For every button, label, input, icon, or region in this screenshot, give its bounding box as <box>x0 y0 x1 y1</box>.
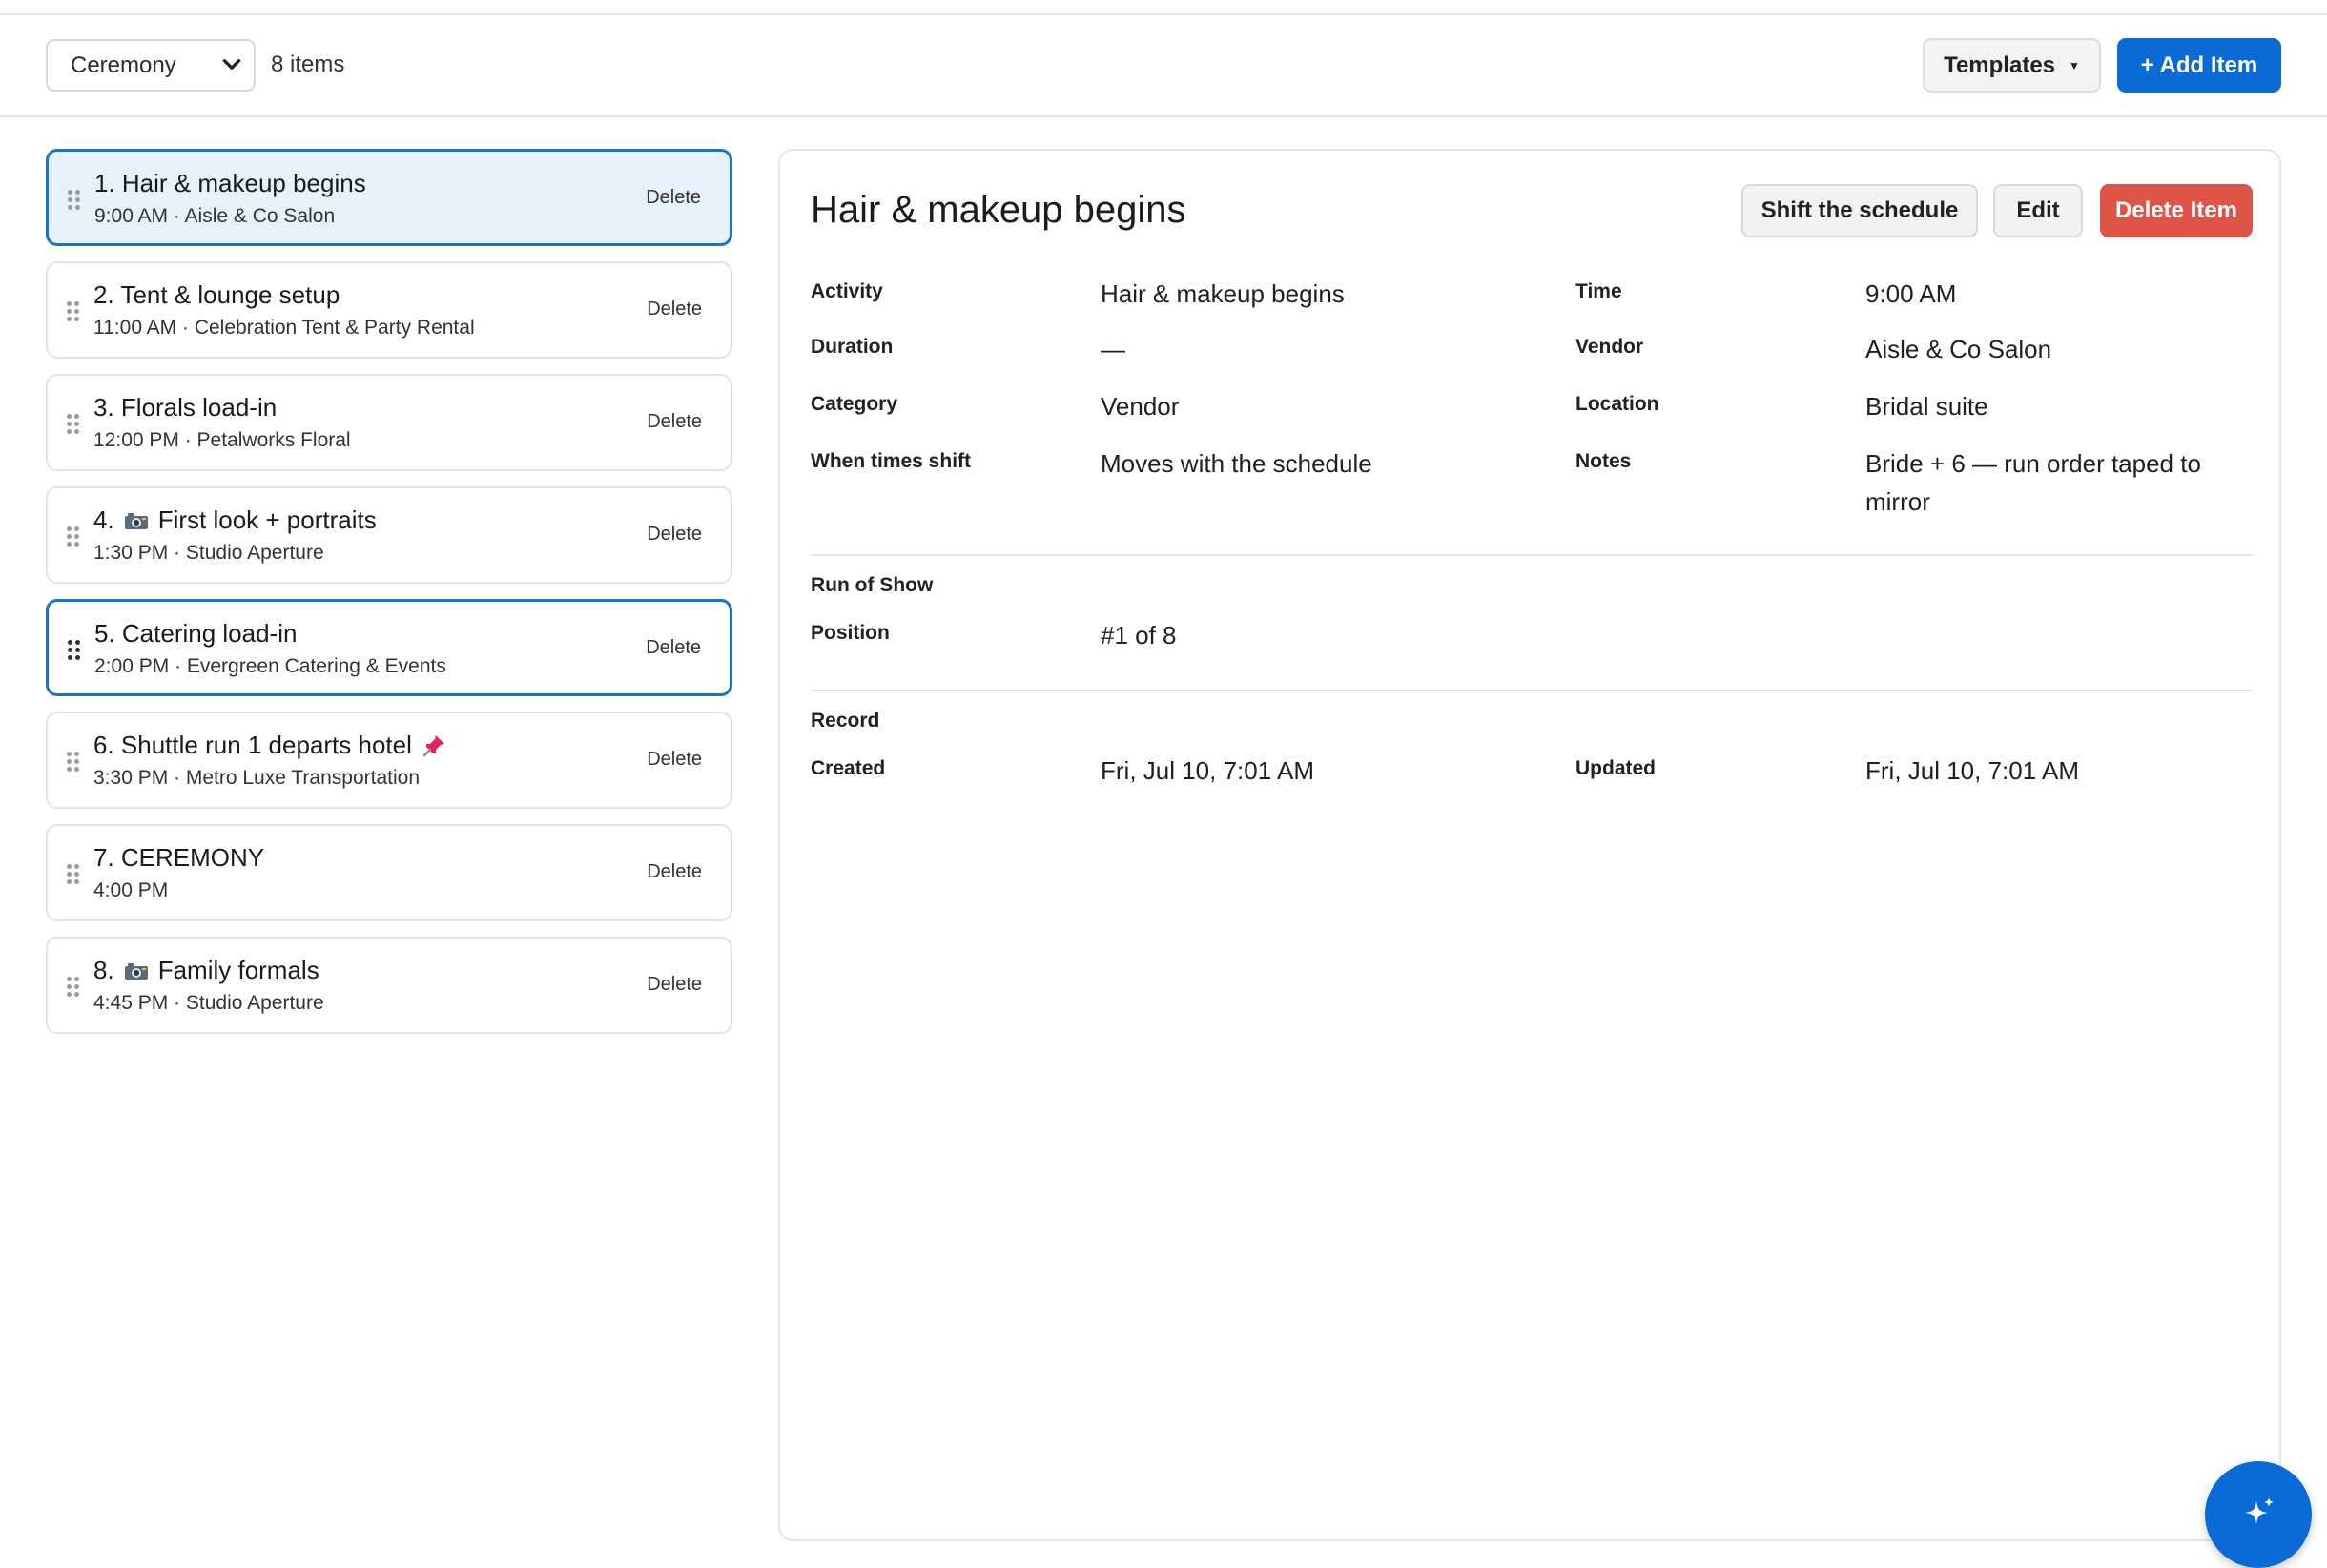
drag-handle-icon[interactable] <box>67 526 80 547</box>
item-subtitle: 9:00 AM · Aisle & Co Salon <box>94 205 336 227</box>
item-title: 1. Hair & makeup begins <box>94 169 366 197</box>
detail-title: Hair & makeup begins <box>811 189 1186 231</box>
list-item[interactable]: 6. Shuttle run 1 departs hotel 3:30 PM ·… <box>46 712 732 809</box>
list-item[interactable]: 4. First look + portraits 1:30 PM · Stud… <box>46 486 732 584</box>
pushpin-icon <box>422 734 444 756</box>
schedule-list: 1. Hair & makeup begins 9:00 AM · Aisle … <box>46 149 732 1049</box>
drag-handle-icon[interactable] <box>67 301 80 322</box>
item-delete-button[interactable]: Delete <box>647 749 702 771</box>
camera-icon <box>124 962 148 980</box>
item-number: 4. <box>93 505 114 534</box>
drag-handle-icon[interactable] <box>68 190 81 211</box>
item-delete-button[interactable]: Delete <box>647 861 702 883</box>
list-item[interactable]: 3. Florals load-in 12:00 PM · Petalworks… <box>46 374 732 471</box>
templates-label: Templates <box>1944 52 2056 78</box>
templates-button[interactable]: Templates ▼ <box>1923 38 2101 93</box>
time-label: Time <box>1575 280 1622 302</box>
shift-behavior-label: When times shift <box>811 450 972 472</box>
item-delete-button[interactable]: Delete <box>646 637 701 659</box>
delete-item-button[interactable]: Delete Item <box>2100 184 2253 237</box>
edit-button[interactable]: Edit <box>1993 184 2083 237</box>
vendor-label: Vendor <box>1575 336 1644 358</box>
duration-value: — <box>1101 335 1125 363</box>
item-subtitle: 3:30 PM · Metro Luxe Transportation <box>93 767 420 789</box>
item-title: 6. Shuttle run 1 departs hotel <box>93 731 412 759</box>
view-select[interactable]: Ceremony <box>46 39 256 92</box>
item-title: Family formals <box>157 956 319 984</box>
updated-label: Updated <box>1575 757 1656 779</box>
assistant-button[interactable] <box>2205 1461 2312 1568</box>
item-title: 7. CEREMONY <box>93 843 265 872</box>
item-subtitle: 4:45 PM · Studio Aperture <box>93 992 324 1014</box>
location-value: Bridal suite <box>1865 392 1988 421</box>
item-delete-button[interactable]: Delete <box>647 299 702 320</box>
item-title: 2. Tent & lounge setup <box>93 280 340 309</box>
item-title: 3. Florals load-in <box>93 393 278 422</box>
drag-handle-icon[interactable] <box>67 977 80 998</box>
item-title: 5. Catering load-in <box>94 619 298 648</box>
item-subtitle: 12:00 PM · Petalworks Floral <box>93 429 351 451</box>
section-divider <box>811 554 2253 556</box>
add-item-button[interactable]: + Add Item <box>2117 38 2281 93</box>
run-of-show-heading: Run of Show <box>811 574 934 596</box>
list-item[interactable]: 2. Tent & lounge setup 11:00 AM · Celebr… <box>46 261 732 359</box>
activity-label: Activity <box>811 280 883 302</box>
section-divider <box>811 690 2253 691</box>
item-delete-button[interactable]: Delete <box>647 411 702 433</box>
position-label: Position <box>811 622 890 644</box>
notes-label: Notes <box>1575 450 1632 472</box>
position-value: #1 of 8 <box>1101 621 1177 650</box>
item-subtitle: 2:00 PM · Evergreen Catering & Events <box>94 655 446 677</box>
list-item[interactable]: 8. Family formals 4:45 PM · Studio Apert… <box>46 937 732 1034</box>
sparkle-icon <box>2245 1497 2274 1524</box>
caret-down-icon: ▼ <box>2069 58 2080 72</box>
notes-value: Bride + 6 — run order taped to mirror <box>1865 449 2201 516</box>
item-delete-button[interactable]: Delete <box>647 524 702 546</box>
item-subtitle: 1:30 PM · Studio Aperture <box>93 542 324 564</box>
list-item[interactable]: 5. Catering load-in 2:00 PM · Evergreen … <box>46 599 732 696</box>
time-value: 9:00 AM <box>1865 279 1957 308</box>
category-value: Vendor <box>1101 392 1180 421</box>
category-label: Category <box>811 393 898 415</box>
item-number: 8. <box>93 956 114 984</box>
chevron-down-icon <box>222 59 241 70</box>
item-delete-button[interactable]: Delete <box>647 974 702 996</box>
duration-label: Duration <box>811 336 894 358</box>
item-delete-button[interactable]: Delete <box>646 187 701 209</box>
created-value: Fri, Jul 10, 7:01 AM <box>1101 756 1314 785</box>
drag-handle-icon[interactable] <box>67 864 80 885</box>
toolbar: Ceremony 8 items Templates ▼ + Add Item <box>0 15 2327 117</box>
location-label: Location <box>1575 393 1659 415</box>
updated-value: Fri, Jul 10, 7:01 AM <box>1865 756 2079 785</box>
item-title: First look + portraits <box>157 505 377 534</box>
item-count: 8 items <box>271 52 345 77</box>
drag-handle-icon[interactable] <box>67 414 80 435</box>
view-select-value: Ceremony <box>71 52 176 78</box>
detail-panel: Hair & makeup begins Shift the schedule … <box>778 149 2281 1541</box>
record-heading: Record <box>811 710 880 732</box>
item-subtitle: 4:00 PM <box>93 879 169 901</box>
camera-icon <box>124 512 148 529</box>
list-item[interactable]: 7. CEREMONY 4:00 PM Delete <box>46 824 732 921</box>
vendor-value: Aisle & Co Salon <box>1865 335 2052 363</box>
item-subtitle: 11:00 AM · Celebration Tent & Party Rent… <box>93 317 475 339</box>
list-item[interactable]: 1. Hair & makeup begins 9:00 AM · Aisle … <box>46 149 732 246</box>
drag-handle-icon[interactable] <box>68 640 81 661</box>
shift-schedule-button[interactable]: Shift the schedule <box>1741 184 1978 237</box>
shift-behavior-value: Moves with the schedule <box>1101 449 1372 478</box>
drag-handle-icon[interactable] <box>67 752 80 773</box>
activity-value: Hair & makeup begins <box>1101 279 1345 308</box>
created-label: Created <box>811 757 886 779</box>
